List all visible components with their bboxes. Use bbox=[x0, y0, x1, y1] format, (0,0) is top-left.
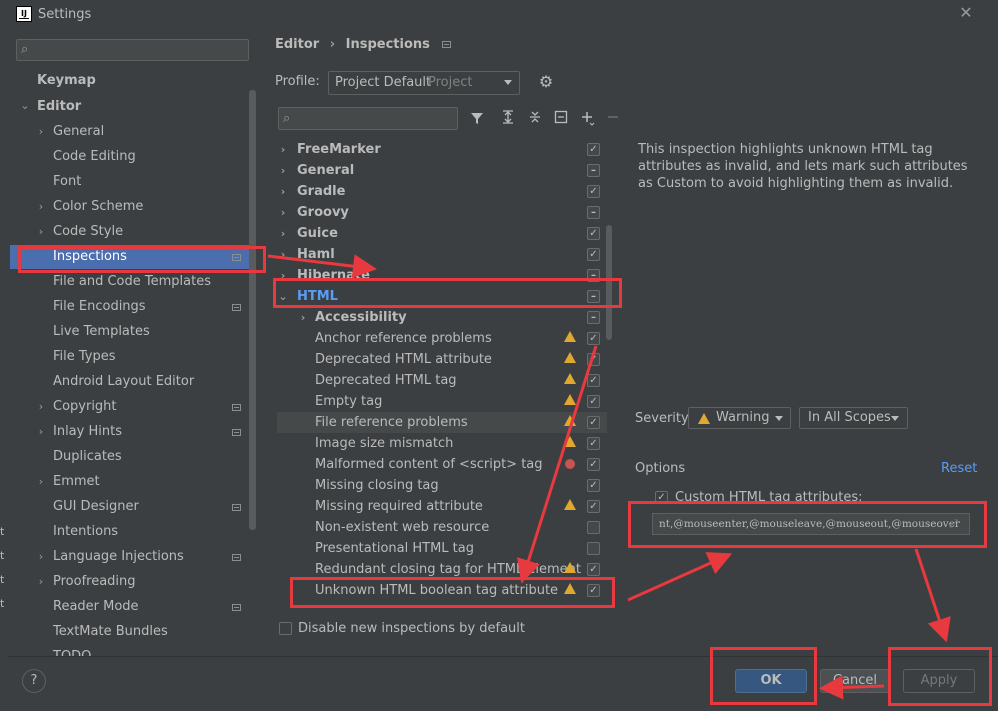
annotation-arrows bbox=[267, 254, 951, 700]
annotation-arrow bbox=[517, 345, 598, 584]
annotation-arrow bbox=[914, 548, 951, 643]
annotation-arrow bbox=[819, 675, 885, 700]
annotation-arrow bbox=[267, 254, 377, 279]
annotation-arrow bbox=[627, 552, 733, 602]
